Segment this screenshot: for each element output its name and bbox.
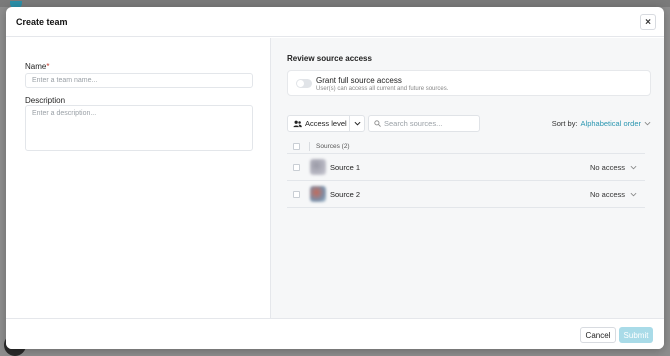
source-name: Source 1 [330, 162, 361, 172]
background-top-bar [0, 0, 670, 7]
table-header: Sources (2) [287, 139, 645, 154]
source-access-select[interactable]: No access [590, 163, 637, 172]
modal-footer: Cancel Submit [6, 318, 664, 349]
source-thumbnail [310, 186, 326, 202]
source-access-select[interactable]: No access [590, 190, 637, 199]
description-textarea[interactable]: Enter a description... [25, 105, 253, 151]
sources-toolbar: Access level Search sources... Sort by: … [287, 115, 651, 132]
source-access-pane: Review source access Grant full source a… [270, 38, 664, 318]
sort-value: Alphabetical order [580, 119, 641, 128]
grant-full-access-toggle[interactable] [296, 79, 312, 88]
submit-button[interactable]: Submit [619, 327, 653, 343]
sort-label: Sort by: [551, 119, 578, 128]
cancel-button[interactable]: Cancel [580, 327, 616, 343]
users-icon [293, 120, 302, 127]
description-label: Description [25, 96, 66, 105]
chevron-down-icon [644, 121, 651, 126]
team-details-pane: Name* Enter a team name... Description E… [6, 38, 270, 318]
chevron-down-icon [630, 165, 637, 170]
section-title: Review source access [287, 54, 372, 63]
create-team-modal: Create team × Name* Enter a team name...… [6, 7, 664, 349]
row-checkbox[interactable] [293, 163, 300, 171]
team-name-input[interactable]: Enter a team name... [25, 73, 253, 88]
select-all-checkbox[interactable] [293, 142, 300, 150]
source-access-value: No access [589, 163, 625, 172]
search-placeholder: Search sources... [384, 119, 443, 128]
header-divider [309, 141, 310, 151]
access-level-button: Access level [287, 115, 365, 132]
access-level-dropdown[interactable] [349, 116, 364, 131]
source-thumbnail [310, 159, 326, 175]
sort-dropdown[interactable]: Sort by: Alphabetical order [552, 115, 651, 132]
grant-title: Grant full source access [316, 76, 402, 85]
required-mark: * [46, 62, 50, 71]
sources-table: Sources (2) Source 1 No access Source 2 [287, 139, 645, 208]
grant-description: User(s) can access all current and futur… [316, 86, 449, 92]
name-label: Name* [25, 62, 49, 71]
chevron-down-icon [630, 192, 637, 197]
name-label-text: Name [25, 62, 47, 71]
close-button[interactable]: × [640, 14, 656, 30]
table-header-label: Sources (2) [316, 142, 350, 150]
close-icon: × [645, 16, 651, 28]
access-level-label: Access level [305, 119, 347, 128]
search-icon [374, 120, 381, 127]
access-level-main[interactable]: Access level [288, 119, 349, 128]
modal-title: Create team [16, 16, 68, 27]
row-checkbox[interactable] [293, 190, 300, 198]
grant-full-access-card: Grant full source access User(s) can acc… [287, 70, 651, 96]
chevron-down-icon [354, 121, 361, 126]
table-row: Source 1 No access [287, 154, 645, 181]
source-name: Source 2 [330, 189, 361, 199]
table-row: Source 2 No access [287, 181, 645, 208]
source-access-value: No access [589, 190, 625, 199]
modal-header: Create team × [6, 7, 664, 37]
search-sources-field[interactable]: Search sources... [368, 115, 480, 132]
